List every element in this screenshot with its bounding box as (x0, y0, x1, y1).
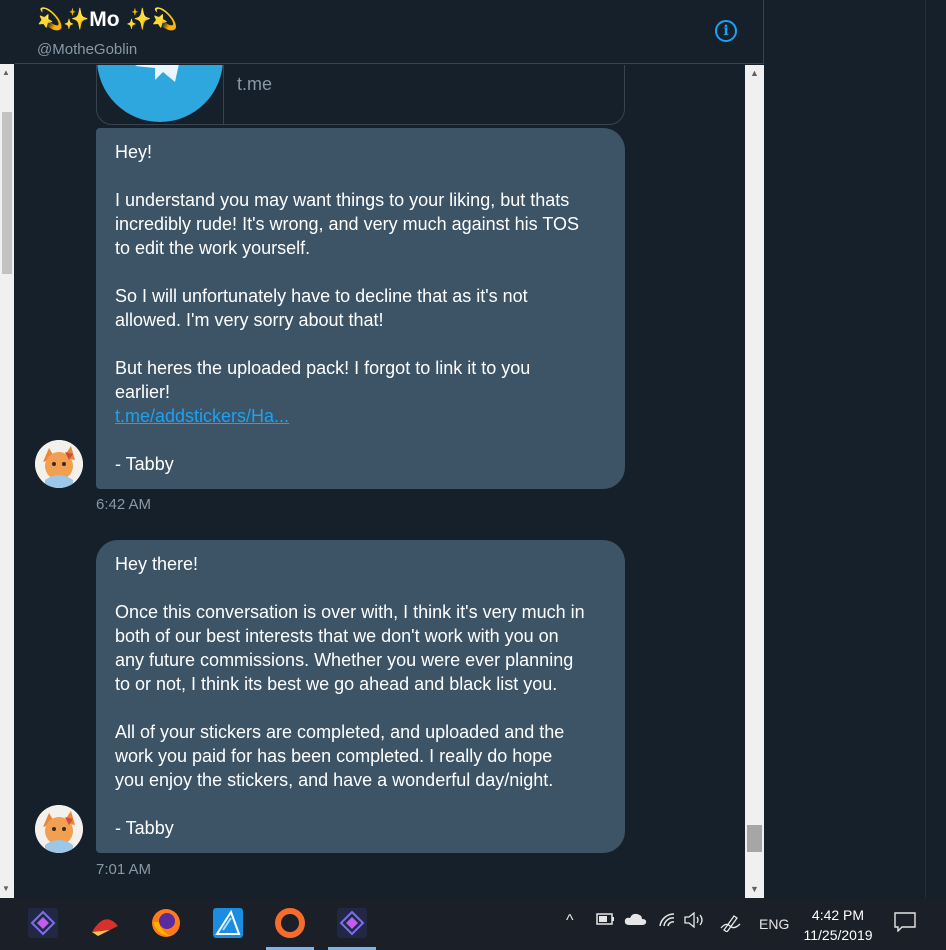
name-emoji-right: ✨💫 (125, 8, 178, 31)
message-timestamp: 7:01 AM (96, 861, 152, 878)
message-line (115, 696, 606, 720)
message-line: allowed. I'm very sorry about that! (115, 310, 384, 330)
origin-icon[interactable] (273, 906, 307, 940)
volume-icon[interactable] (684, 911, 706, 932)
message-signoff: - Tabby (115, 818, 174, 838)
left-scroll-down-icon[interactable]: ▼ (2, 884, 10, 894)
message-line: Hey there! (115, 554, 199, 574)
link-preview-card[interactable]: t.me (96, 65, 625, 125)
link-preview-image (97, 65, 224, 124)
message-timestamp: 6:42 AM (96, 496, 152, 513)
avatar[interactable] (35, 805, 83, 853)
scroll-down-icon[interactable]: ▼ (750, 884, 759, 894)
scroll-up-icon[interactable]: ▲ (750, 68, 759, 78)
message-line: All of your stickers are completed, and … (115, 722, 565, 742)
message-line (115, 428, 606, 452)
name-emoji-left: 💫✨ (37, 8, 90, 31)
affinity-photo-icon[interactable] (26, 906, 60, 940)
clock-date: 11/25/2019 (803, 927, 873, 943)
system-clock[interactable]: 4:42 PM 11/25/2019 (796, 905, 880, 945)
telegram-icon (97, 65, 223, 122)
avatar[interactable] (35, 440, 83, 488)
notifications-icon[interactable] (894, 912, 916, 936)
wifi-icon[interactable] (658, 912, 676, 932)
message-line: any future commissions. Whether you were… (115, 650, 574, 670)
right-background (765, 0, 946, 898)
display-name[interactable]: 💫✨Mo ✨💫 (37, 8, 178, 32)
onedrive-icon[interactable] (624, 912, 648, 930)
clock-time: 4:42 PM (811, 907, 865, 923)
left-scrollbar[interactable]: ▲ ▼ (0, 64, 14, 898)
message-line: you enjoy the stickers, and have a wonde… (115, 770, 554, 790)
message-line: So I will unfortunately have to decline … (115, 286, 528, 306)
affinity-designer-icon[interactable] (211, 906, 245, 940)
message-line: incredibly rude! It's wrong, and very mu… (115, 214, 579, 234)
message-list[interactable]: t.me Hey! I understand you may want thin… (15, 65, 744, 898)
message-line (115, 792, 606, 816)
message-line: work you paid for has been completed. I … (115, 746, 553, 766)
message-line: Once this conversation is over with, I t… (115, 602, 585, 622)
link-preview-url: t.me (237, 74, 273, 94)
user-handle[interactable]: @MotheGoblin (37, 41, 137, 58)
tray-chevron-icon[interactable]: ^ (566, 912, 574, 930)
message-line (115, 260, 606, 284)
firefox-icon[interactable] (149, 906, 183, 940)
message-line: both of our best interests that we don't… (115, 626, 559, 646)
message-line (115, 576, 606, 600)
info-icon[interactable]: i (715, 20, 737, 42)
message-line (115, 164, 606, 188)
message-line: Hey! (115, 142, 153, 162)
sticker-pack-link[interactable]: t.me/addstickers/Ha... (115, 406, 289, 426)
pen-workspace-icon[interactable] (720, 912, 742, 936)
message-bubble[interactable]: Hey there! Once this conversation is ove… (96, 540, 625, 853)
left-scroll-thumb[interactable] (2, 112, 12, 274)
taskbar: ^ ENG 4:42 PM 11/25/2019 (0, 898, 946, 950)
right-window-edge (925, 0, 946, 898)
message-line: to or not, I think its best we go ahead … (115, 674, 558, 694)
conversation-header: 💫✨Mo ✨💫 @MotheGoblin i (15, 0, 764, 64)
battery-icon[interactable] (596, 912, 616, 930)
message-bubble[interactable]: Hey! I understand you may want things to… (96, 128, 625, 489)
message-signoff: - Tabby (115, 454, 174, 474)
message-line: earlier! (115, 382, 171, 402)
cutting-app-icon[interactable] (88, 906, 122, 940)
message-line: But heres the uploaded pack! I forgot to… (115, 358, 531, 378)
message-line: to edit the work yourself. (115, 238, 311, 258)
chat-scrollbar[interactable]: ▲ ▼ (745, 65, 764, 898)
affinity-photo-icon[interactable] (335, 906, 369, 940)
display-name-text: Mo (89, 8, 120, 31)
chat-scroll-thumb[interactable] (747, 825, 762, 852)
message-line: I understand you may want things to your… (115, 190, 570, 210)
left-scroll-up-icon[interactable]: ▲ (2, 68, 10, 78)
message-line (115, 332, 606, 356)
language-indicator[interactable]: ENG (759, 916, 789, 932)
